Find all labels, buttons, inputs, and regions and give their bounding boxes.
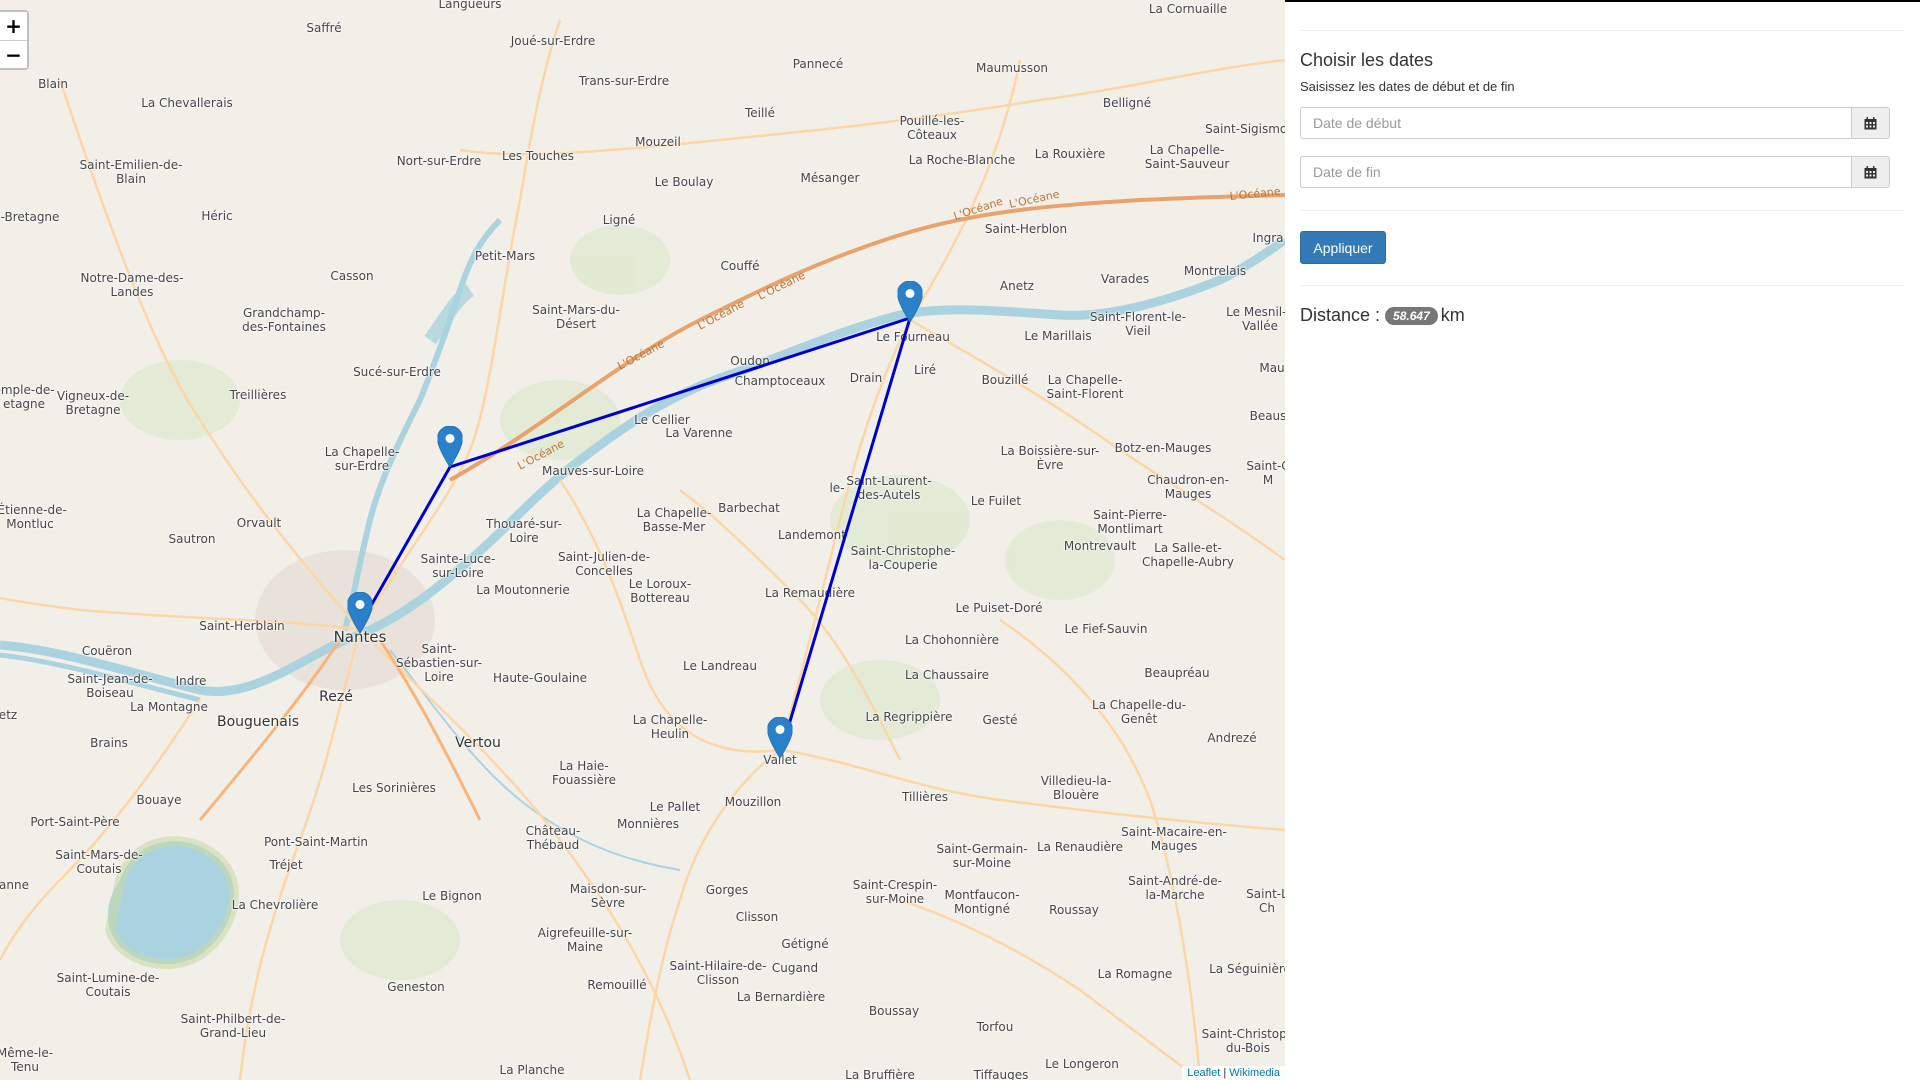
start-date-calendar-button[interactable] — [1852, 107, 1890, 139]
zoom-out-button[interactable]: − — [0, 40, 27, 68]
marker-pin-icon — [896, 280, 924, 323]
start-date-group — [1300, 107, 1890, 139]
distance-unit: km — [1440, 305, 1465, 325]
zoom-in-button[interactable]: + — [0, 12, 27, 40]
apply-button[interactable]: Appliquer — [1300, 231, 1386, 264]
road-label: L'Océane — [1229, 185, 1281, 203]
marker-pin-icon — [436, 425, 464, 468]
distance-label: Distance : — [1300, 305, 1381, 325]
top-border — [1285, 0, 1920, 2]
divider — [1300, 30, 1905, 31]
map-marker-carquefou[interactable] — [436, 425, 464, 468]
road-label: L'Océane — [756, 269, 808, 303]
marker-pin-icon — [346, 591, 374, 634]
end-date-group — [1300, 156, 1890, 188]
map-marker-vallet[interactable] — [766, 716, 794, 759]
road-label: L'Océane — [952, 195, 1005, 223]
zoom-control: + − — [0, 10, 29, 70]
distance-badge: 58.647 — [1385, 306, 1438, 325]
route-line — [358, 315, 913, 756]
start-date-input[interactable] — [1300, 107, 1852, 139]
route-overlay: L'OcéaneL'OcéaneL'OcéaneL'OcéaneL'Océane… — [358, 185, 1281, 756]
panel-subtitle: Saisissez les dates de début et de fin — [1300, 79, 1515, 94]
side-panel: Choisir les dates Saisissez les dates de… — [1285, 0, 1920, 1080]
road-label: L'Océane — [695, 297, 746, 333]
end-date-calendar-button[interactable] — [1852, 156, 1890, 188]
map-marker-ancenis[interactable] — [896, 280, 924, 323]
wikimedia-link[interactable]: Wikimedia — [1229, 1067, 1280, 1079]
map[interactable]: Langueurs Saffré Joué-sur-Erdre Pannecé Maum… — [0, 0, 1285, 1080]
calendar-icon — [1864, 165, 1877, 178]
panel-title: Choisir les dates — [1300, 50, 1434, 70]
distance-display: Distance : 58.647 km — [1300, 305, 1465, 326]
road-label: L'Océane — [1008, 188, 1061, 211]
marker-pin-icon — [766, 716, 794, 759]
divider — [1300, 285, 1905, 286]
map-marker-nantes[interactable] — [346, 591, 374, 634]
map-attribution: Leaflet | Wikimedia — [1182, 1066, 1285, 1080]
road-label: L'Océane — [615, 337, 666, 373]
attribution-separator: | — [1220, 1067, 1230, 1079]
calendar-icon — [1864, 116, 1877, 129]
divider — [1300, 210, 1905, 211]
end-date-input[interactable] — [1300, 156, 1852, 188]
leaflet-link[interactable]: Leaflet — [1187, 1067, 1220, 1079]
